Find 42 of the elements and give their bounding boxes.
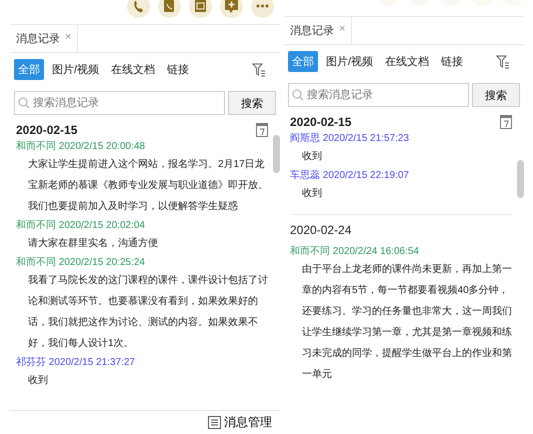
message-manager-button[interactable]: 消息管理 [208,414,272,431]
search-button[interactable]: 搜索 [228,91,276,115]
filter-tab[interactable]: 图片/视频 [322,51,378,72]
message-text: 收到 [27,374,49,388]
filter-tab[interactable]: 链接 [437,51,468,72]
message-sender: 阎斯思 2020/2/15 21:57:23 [290,132,410,146]
scrollbar[interactable] [273,135,280,173]
message-text: 由于平台上龙老师的课件尚未更新，再加上第一章的内容有5节，每一节都要看视频40多分钟，还要练习。学习的任务量也非常大，这一周我们让学生继续学习第一章，尤其是第一章视频和练习未完成的同学，提醒学生做平台上的作业和第一单元 [301,262,512,382]
message-text: 我看了马院长发的这门课程的课件，课件设计包括了讨论和测试等环节。也要慕课没有看到，如果效果好的话，我们就把这作为讨论、测试的内容。如果效果不好，我们每人设计1次。 [27,274,268,351]
toolbar-icon[interactable] [251,0,274,18]
scrollbar[interactable] [517,160,524,198]
message-sender: 祁芬芬 2020/2/15 21:37:27 [16,356,136,370]
chat-history-tab[interactable]: 消息记录 × [10,25,78,52]
message-sender: 和而不同 2020/2/15 20:00:48 [16,140,146,154]
calendar-icon[interactable] [500,114,512,129]
filter-tab[interactable]: 在线文档 [107,59,160,80]
calendar-icon[interactable] [256,122,268,137]
toolbar-icon[interactable] [127,0,150,18]
list-icon [208,416,221,429]
date-heading: 2020-02-24 [290,223,352,237]
toolbar-icon[interactable] [220,0,243,18]
message-sender: 和而不同 2020/2/24 16:06:54 [290,244,420,259]
filter-icon[interactable] [496,54,510,68]
message-sender: 和而不同 2020/2/15 20:25:24 [16,256,146,270]
message-text: 大家让学生提前进入这个网站，报名学习。2月17日龙宝新老师的慕课《教师专业发展与职业道德》即开放。我们也要提前加入及时学习，以便解答学生疑惑 [27,158,268,214]
chat-history-tab[interactable]: 消息记录 × [284,17,352,44]
message-text: 请大家在群里实名，沟通方便 [27,236,159,251]
filter-tab[interactable]: 链接 [163,59,194,80]
date-heading: 2020-02-15 [16,122,78,136]
toolbar-icon[interactable] [158,0,181,18]
search-button[interactable]: 搜索 [472,83,520,107]
filter-icon[interactable] [252,62,266,76]
search-field[interactable]: 搜索消息记录 [14,91,225,115]
toolbar-icon[interactable] [189,0,212,18]
message-sender: 和而不同 2020/2/15 20:02:04 [16,218,146,233]
message-text: 收到 [301,150,323,164]
search-field[interactable]: 搜索消息记录 [288,83,469,107]
filter-tab[interactable]: 在线文档 [381,51,434,72]
message-sender: 车思蕊 2020/2/15 22:19:07 [290,168,410,183]
date-heading: 2020-02-15 [290,114,352,128]
message-text: 收到 [301,187,323,201]
filter-tab[interactable]: 图片/视频 [48,59,104,80]
